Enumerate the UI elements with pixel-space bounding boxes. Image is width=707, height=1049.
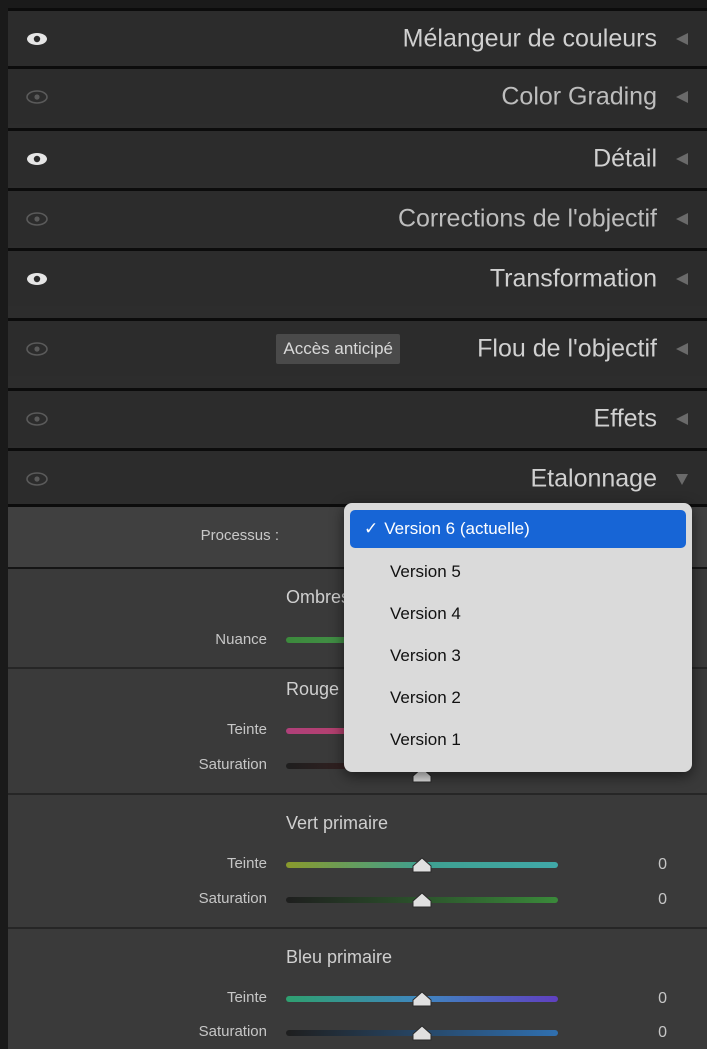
collapse-triangle-icon[interactable] xyxy=(674,31,690,47)
divider xyxy=(8,927,707,929)
green-saturation-value[interactable]: 0 xyxy=(658,891,667,909)
green-primary-title: Vert primaire xyxy=(286,813,389,833)
eye-icon[interactable] xyxy=(26,211,48,226)
panel-title: Détail xyxy=(593,144,657,172)
slider-thumb-icon[interactable] xyxy=(412,857,432,873)
menu-item-label: Version 4 xyxy=(390,604,461,623)
panel-header-detail[interactable]: Détail xyxy=(8,128,707,186)
eye-icon[interactable] xyxy=(26,341,48,356)
slider-thumb-icon[interactable] xyxy=(412,991,432,1007)
shadows-tint-label: Nuance xyxy=(215,631,267,648)
panel-header-effects[interactable]: Effets xyxy=(8,388,707,446)
panel-title: Color Grading xyxy=(501,82,657,110)
red-hue-label: Teinte xyxy=(226,721,267,738)
collapse-triangle-icon[interactable] xyxy=(674,211,690,227)
menu-item-label: Version 3 xyxy=(390,646,461,665)
process-version-menu[interactable]: ✓ Version 6 (actuelle) Version 5 Version … xyxy=(344,503,692,772)
collapse-triangle-icon[interactable] xyxy=(674,89,690,105)
panel-title: Mélangeur de couleurs xyxy=(402,24,657,52)
red-saturation-label: Saturation xyxy=(198,756,267,773)
menu-item-label: Version 6 (actuelle) xyxy=(384,519,530,538)
menu-item-version-1[interactable]: Version 1 xyxy=(350,721,686,759)
collapse-triangle-icon[interactable] xyxy=(674,151,690,167)
menu-item-version-4[interactable]: Version 4 xyxy=(350,595,686,633)
panel-header-color-grading[interactable]: Color Grading xyxy=(8,66,707,124)
early-access-badge: Accès anticipé xyxy=(276,333,400,364)
menu-item-version-2[interactable]: Version 2 xyxy=(350,679,686,717)
eye-icon[interactable] xyxy=(26,152,48,166)
panel-header-calibration[interactable]: Etalonnage xyxy=(8,448,707,506)
slider-thumb-icon[interactable] xyxy=(412,892,432,908)
menu-item-version-3[interactable]: Version 3 xyxy=(350,637,686,675)
menu-item-label: Version 2 xyxy=(390,688,461,707)
panel-header-lens-corrections[interactable]: Corrections de l'objectif xyxy=(8,188,707,246)
blue-primary-title: Bleu primaire xyxy=(286,947,393,967)
green-hue-label: Teinte xyxy=(226,855,267,872)
collapse-triangle-icon[interactable] xyxy=(674,271,690,287)
shadows-title: Ombres xyxy=(286,587,351,607)
panel-title: Effets xyxy=(593,404,657,432)
panel-header-transform[interactable]: Transformation xyxy=(8,248,707,306)
menu-item-version-5[interactable]: Version 5 xyxy=(350,553,686,591)
blue-saturation-label: Saturation xyxy=(198,1023,267,1040)
divider xyxy=(8,793,707,795)
eye-icon[interactable] xyxy=(26,471,48,486)
green-hue-value[interactable]: 0 xyxy=(658,856,667,874)
panel-header-color-mixer[interactable]: Mélangeur de couleurs xyxy=(8,8,707,66)
blue-hue-label: Teinte xyxy=(226,989,267,1006)
panel-title: Etalonnage xyxy=(530,464,657,492)
menu-item-label: Version 1 xyxy=(390,730,461,749)
menu-item-version-6[interactable]: ✓ Version 6 (actuelle) xyxy=(350,510,686,548)
panel-title: Transformation xyxy=(489,264,657,292)
eye-icon[interactable] xyxy=(26,32,48,46)
checkmark-icon: ✓ xyxy=(364,519,379,538)
blue-hue-value[interactable]: 0 xyxy=(658,990,667,1008)
green-saturation-label: Saturation xyxy=(198,890,267,907)
eye-icon[interactable] xyxy=(26,272,48,286)
eye-icon[interactable] xyxy=(26,89,48,104)
panel-header-lens-blur[interactable]: Accès anticipé Flou de l'objectif xyxy=(8,318,707,376)
collapse-triangle-icon[interactable] xyxy=(674,341,690,357)
panel-title: Corrections de l'objectif xyxy=(397,204,657,232)
blue-saturation-value[interactable]: 0 xyxy=(658,1024,667,1042)
expand-triangle-icon[interactable] xyxy=(674,471,690,487)
process-label: Processus : xyxy=(200,527,279,544)
collapse-triangle-icon[interactable] xyxy=(674,411,690,427)
panel-title: Flou de l'objectif xyxy=(477,334,657,362)
slider-thumb-icon[interactable] xyxy=(412,1025,432,1041)
eye-icon[interactable] xyxy=(26,411,48,426)
menu-item-label: Version 5 xyxy=(390,562,461,581)
